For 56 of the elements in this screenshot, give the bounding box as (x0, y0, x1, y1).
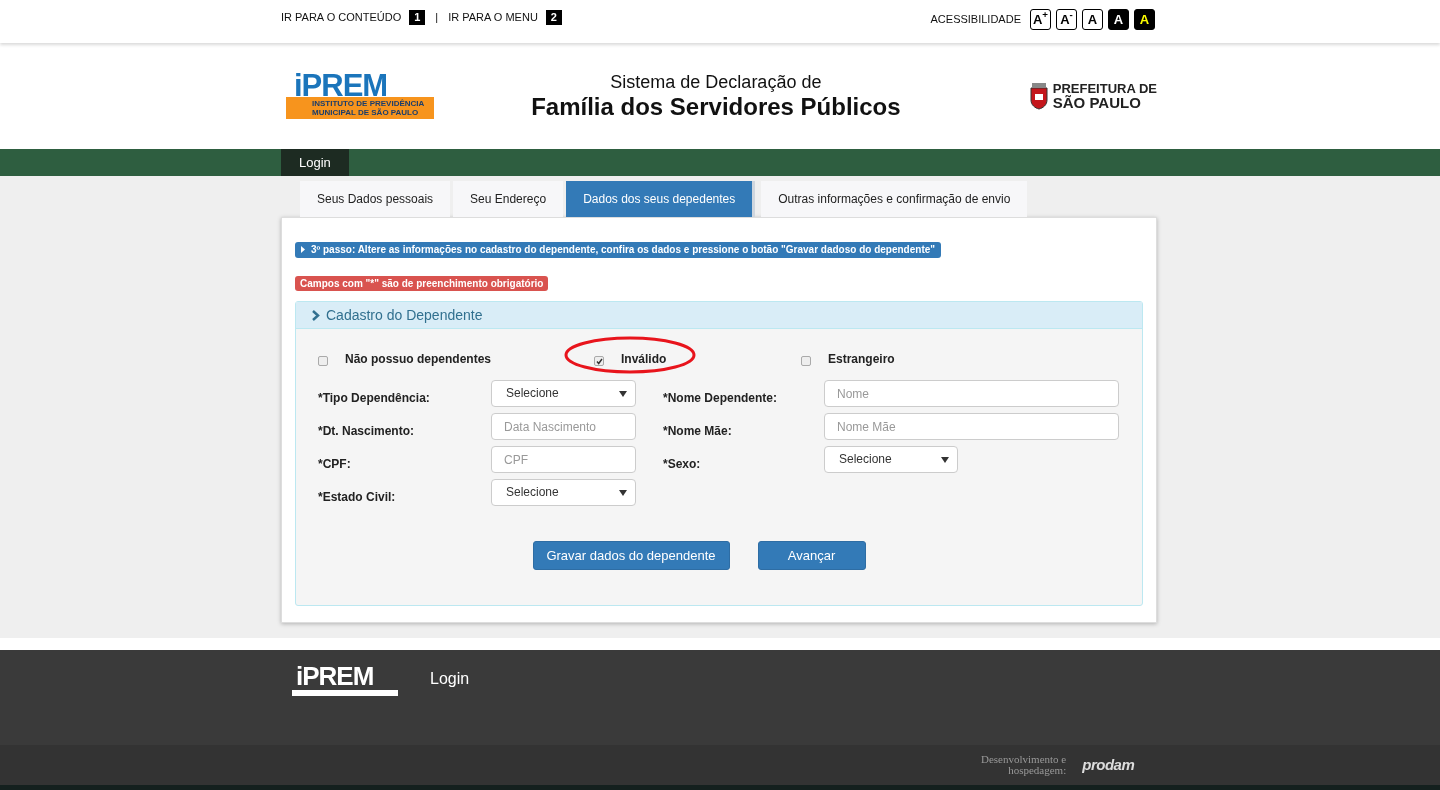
required-notice: Campos com "*" são de preenchimento obrigatório (295, 276, 549, 291)
footer-logo: iPREM (292, 662, 398, 696)
caret-icon (941, 457, 949, 463)
checkbox-label: Inválido (621, 351, 667, 368)
partner-logo: PREFEITURA DE SÃO PAULO (1052, 82, 1157, 110)
accessibility-label: ACESSIBILIDADE (930, 12, 1021, 28)
select-field[interactable]: Selecione (491, 479, 636, 506)
field-label: *Nome Mãe: (663, 422, 733, 440)
input-field[interactable]: Data Nascimento (491, 413, 636, 440)
input-field[interactable]: Nome (824, 380, 1119, 407)
tab[interactable]: Seus Dados pessoais (300, 181, 451, 217)
select-field[interactable]: Selecione (491, 380, 636, 407)
skip-link[interactable]: IR PARA O MENU (448, 9, 538, 26)
input-field[interactable]: Nome Mãe (824, 413, 1119, 440)
coat-of-arms-icon (1027, 82, 1050, 110)
input-field[interactable]: CPF (491, 446, 636, 473)
footer-login-link[interactable]: Login (430, 667, 470, 691)
field-label: *Nome Dependente: (663, 389, 779, 407)
prodam-logo: prodam (1082, 754, 1135, 775)
nav-link[interactable]: Login (281, 149, 349, 176)
checkbox[interactable] (318, 356, 328, 366)
header-subtitle: Sistema de Declaração de (610, 71, 822, 93)
select-field[interactable]: Selecione (824, 446, 958, 473)
separator: | (435, 10, 439, 25)
shortcut-key: 1 (409, 9, 426, 25)
field-label: *Sexo: (663, 455, 702, 473)
font-size-button[interactable]: A$^{-}$ (1056, 9, 1077, 30)
tab[interactable]: Seu Endereço (453, 181, 564, 217)
shortcut-key: 2 (545, 9, 562, 25)
font-size-button[interactable]: A (1108, 9, 1129, 30)
action-button[interactable]: Avançar (757, 541, 866, 570)
checkbox[interactable] (594, 356, 604, 366)
field-label: *Tipo Dependência: (318, 389, 431, 407)
font-size-button[interactable]: A (1134, 9, 1155, 30)
checkbox[interactable] (801, 356, 811, 366)
credit-text: Desenvolvimento e hospedagem: (981, 754, 1067, 776)
field-label: *Estado Civil: (318, 488, 397, 506)
header-title: Família dos Servidores Públicos (531, 93, 901, 121)
checkbox-label: Não possuo dependentes (345, 351, 492, 368)
tab[interactable]: Dados dos seus depedentes (566, 181, 753, 217)
tab[interactable]: Outras informações e confirmação de envio (761, 181, 1028, 217)
field-label: *Dt. Nascimento: (318, 422, 416, 440)
font-size-button[interactable]: A (1082, 9, 1103, 30)
field-label: *CPF: (318, 455, 352, 473)
check-icon (595, 357, 603, 365)
chevron-right-icon (312, 309, 320, 321)
caret-icon (619, 391, 627, 397)
iprem-logo: iPREM INSTITUTO DE PREVIDÊNCIA MUNICIPAL DE SÃO PAULO (286, 70, 434, 122)
action-button[interactable]: Gravar dados do dependente (532, 541, 730, 570)
caret-right-icon (301, 246, 305, 253)
caret-icon (619, 490, 627, 496)
font-size-button[interactable]: A$^{+}$ (1030, 9, 1051, 30)
checkbox-label: Estrangeiro (828, 351, 895, 368)
skip-link[interactable]: IR PARA O CONTEÚDO (281, 9, 402, 26)
step-notice: 3º passo: Altere as informações no cadastro do dependente, confira os dados e pressione o botão "Gravar dadoso do dependente" (295, 241, 941, 258)
panel-title: Cadastro do Dependente (326, 305, 483, 325)
